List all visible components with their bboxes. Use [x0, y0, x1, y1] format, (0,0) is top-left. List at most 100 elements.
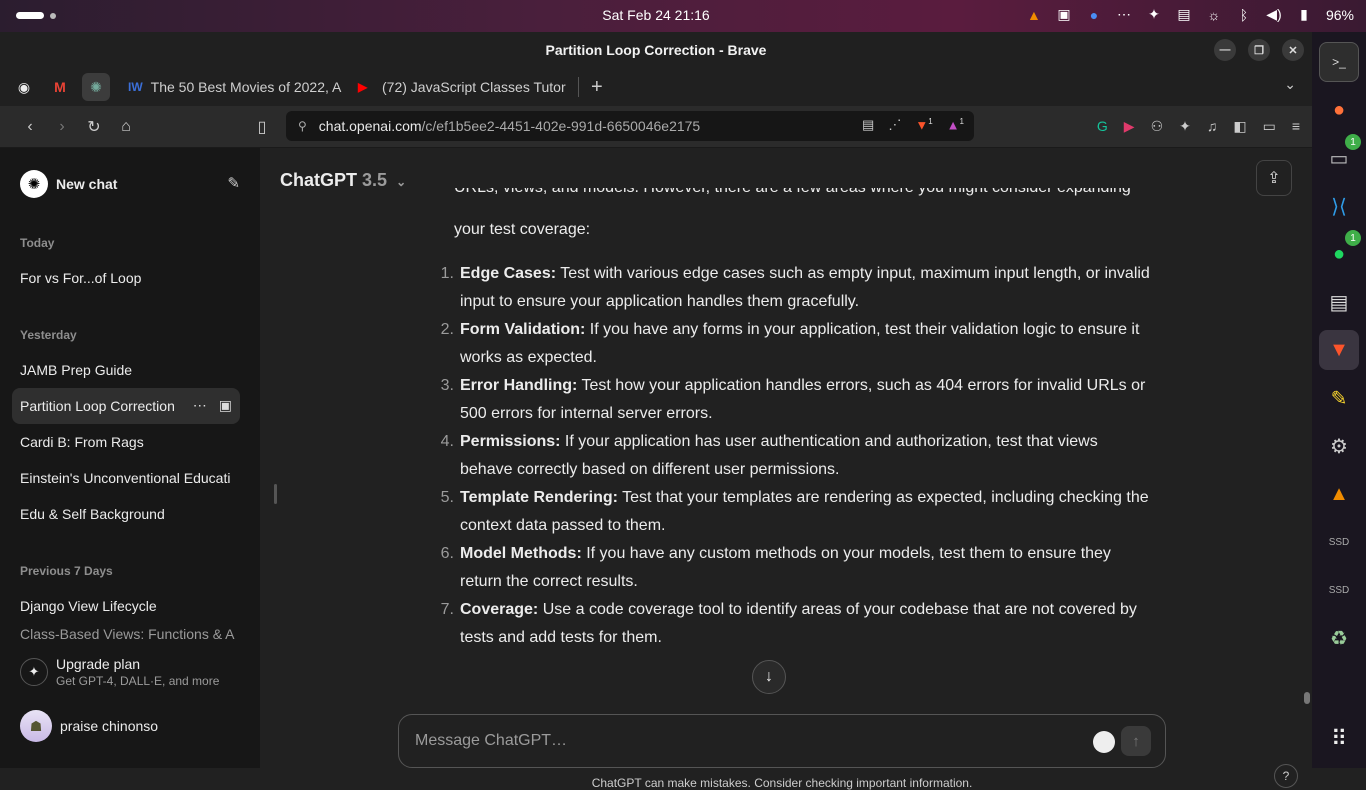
list-item-title: Coverage: [460, 601, 539, 618]
new-chat-button[interactable]: ✺ New chat ✎ [12, 162, 248, 206]
tab-list-chevron-icon[interactable]: ⌄ [1284, 76, 1296, 93]
extensions-puzzle-icon[interactable]: ✦ [1179, 118, 1191, 135]
list-item-title: Form Validation: [460, 321, 586, 338]
list-item-title: Template Rendering: [460, 489, 618, 506]
model-selector[interactable]: ChatGPT 3.5 ⌄ [280, 170, 406, 191]
send-button[interactable]: ↑ [1121, 726, 1151, 756]
message-input[interactable]: Message ChatGPT… ↑ [398, 714, 1166, 768]
spy-extension-icon[interactable]: ⚇ [1151, 118, 1164, 135]
share-url-icon[interactable]: ⋰ [888, 117, 901, 133]
settings-icon[interactable]: ⚙ [1319, 426, 1359, 466]
history-item[interactable]: Einstein's Unconventional Educati [12, 460, 240, 496]
sidebar-resize-handle[interactable] [274, 484, 277, 504]
bluetooth-icon[interactable]: ᛒ [1236, 7, 1252, 23]
new-chat-label: New chat [56, 176, 118, 192]
url-path: /c/ef1b5ee2-4451-402e-991d-6650046e2175 [421, 118, 701, 134]
chrome-icon[interactable]: ● [1086, 7, 1102, 23]
home-button[interactable]: ⌂ [110, 118, 142, 136]
site-info-icon[interactable]: ⚲ [298, 119, 307, 133]
message-intro-line-2: your test coverage: [454, 221, 591, 238]
vlc-dock-icon[interactable]: ▲ [1319, 474, 1359, 514]
brave-shields-icon[interactable]: ▼1 [915, 117, 932, 133]
gmail-pinned-tab[interactable]: M [46, 73, 74, 101]
brightness-icon[interactable]: ☼ [1206, 7, 1222, 23]
trash-icon[interactable]: ♻ [1319, 618, 1359, 658]
chatgpt-pinned-tab[interactable]: ✺ [82, 73, 110, 101]
url-host: chat.openai.com [318, 118, 422, 134]
tab-movies[interactable]: IW The 50 Best Movies of 2022, A [118, 72, 348, 102]
forward-button[interactable]: › [46, 118, 78, 136]
terminal-icon[interactable]: >_ [1319, 42, 1359, 82]
ssd-drive-2-icon[interactable]: SSD [1319, 570, 1359, 610]
history-item-active[interactable]: Partition Loop Correction ⋯ ▣ [12, 388, 240, 424]
screen-share-icon[interactable]: ▣ [1056, 6, 1072, 23]
vscode-icon[interactable]: ⟩⟨ [1319, 186, 1359, 226]
list-number: 7. [440, 601, 454, 618]
history-item[interactable]: JAMB Prep Guide [12, 352, 240, 388]
history-item-label: Partition Loop Correction [20, 398, 175, 414]
list-item: 1. Edge Cases: Test with various edge cas… [441, 260, 1154, 316]
back-button[interactable]: ‹ [14, 118, 46, 136]
volume-icon[interactable]: ◀) [1266, 6, 1282, 23]
github-pinned-tab[interactable]: ◉ [10, 73, 38, 101]
tab-youtube-title: (72) JavaScript Classes Tutor [382, 79, 566, 95]
show-apps-icon[interactable]: ⠿ [1331, 726, 1347, 752]
reader-mode-icon[interactable]: ▤ [862, 117, 874, 133]
extension-icon[interactable]: ✦ [1146, 6, 1162, 23]
upgrade-subtitle: Get GPT-4, DALL·E, and more [56, 674, 220, 688]
history-item[interactable]: Class-Based Views: Functions & A [12, 624, 240, 644]
system-top-bar: Sat Feb 24 21:16 ▲ ▣ ● ⋯ ✦ ▤ ☼ ᛒ ◀) ▮ 96… [0, 0, 1366, 32]
list-item: 7. Coverage: Use a code coverage tool to … [441, 596, 1154, 652]
brave-icon[interactable]: ▼ [1319, 330, 1359, 370]
section-yesterday: Yesterday [20, 328, 77, 342]
document-viewer-icon[interactable]: ▤ [1319, 282, 1359, 322]
compose-icon[interactable]: ✎ [227, 174, 240, 192]
spotify-icon[interactable]: ● 1 [1319, 230, 1361, 274]
more-icon[interactable]: ⋯ [1116, 6, 1132, 23]
archive-icon[interactable]: ▣ [219, 397, 232, 414]
ssd-drive-icon[interactable]: SSD [1319, 522, 1359, 562]
share-button[interactable]: ⇪ [1256, 160, 1292, 196]
reload-button[interactable]: ↻ [78, 117, 110, 137]
scrollbar-thumb[interactable] [1304, 692, 1310, 704]
model-version: 3.5 [362, 170, 388, 190]
suggestions-list: 1. Edge Cases: Test with various edge cas… [441, 260, 1154, 652]
more-options-icon[interactable]: ⋯ [193, 397, 207, 414]
upgrade-plan-button[interactable]: ✦ Upgrade plan Get GPT-4, DALL·E, and mo… [12, 648, 248, 696]
media-control-icon[interactable]: ♫ [1207, 118, 1218, 135]
history-item[interactable]: For vs For...of Loop [12, 260, 240, 296]
extension-bubble-icon[interactable] [1093, 731, 1115, 753]
text-editor-icon[interactable]: ✎ [1319, 378, 1359, 418]
grammarly-icon[interactable]: G [1097, 118, 1108, 135]
battery-percent[interactable]: 96% [1326, 7, 1354, 23]
message-placeholder: Message ChatGPT… [415, 732, 568, 749]
close-icon[interactable]: ✕ [1282, 39, 1304, 61]
tab-separator [578, 77, 579, 97]
firefox-icon[interactable]: ● [1319, 90, 1359, 130]
user-name: praise chinonso [60, 718, 159, 734]
history-item[interactable]: Django View Lifecycle [12, 588, 240, 624]
address-bar[interactable]: ⚲ chat.openai.com/c/ef1b5ee2-4451-402e-9… [286, 111, 974, 141]
minimize-icon[interactable]: — [1214, 39, 1236, 61]
tab-youtube[interactable]: ▶ (72) JavaScript Classes Tutor [348, 72, 578, 102]
media-extension-icon[interactable]: ▶ [1124, 118, 1135, 135]
new-tab-button[interactable]: + [591, 76, 603, 99]
sidebar-toggle-icon[interactable]: ◧ [1233, 118, 1246, 135]
assistant-message: URLs, views, and models. However, there … [441, 188, 1154, 652]
scroll-to-bottom-button[interactable]: ↓ [752, 660, 786, 694]
history-item[interactable]: Cardi B: From Rags [12, 424, 240, 460]
openai-logo-icon: ✺ [20, 170, 48, 198]
vlc-icon[interactable]: ▲ [1026, 7, 1042, 23]
browser-menu-icon[interactable]: ≡ [1292, 118, 1300, 135]
user-menu-button[interactable]: ☗ praise chinonso [12, 704, 248, 748]
maximize-icon[interactable]: ❐ [1248, 39, 1270, 61]
brave-rewards-icon[interactable]: ▲1 [947, 117, 964, 133]
upgrade-title: Upgrade plan [56, 656, 141, 672]
files-icon[interactable]: ▭ 1 [1319, 134, 1361, 178]
wallet-icon[interactable]: ▭ [1263, 118, 1276, 135]
history-item[interactable]: Edu & Self Background [12, 496, 240, 532]
clipboard-icon[interactable]: ▤ [1176, 6, 1192, 23]
section-previous-7-days: Previous 7 Days [20, 564, 113, 578]
battery-icon[interactable]: ▮ [1296, 6, 1312, 23]
bookmark-icon[interactable]: ▯ [246, 117, 278, 137]
